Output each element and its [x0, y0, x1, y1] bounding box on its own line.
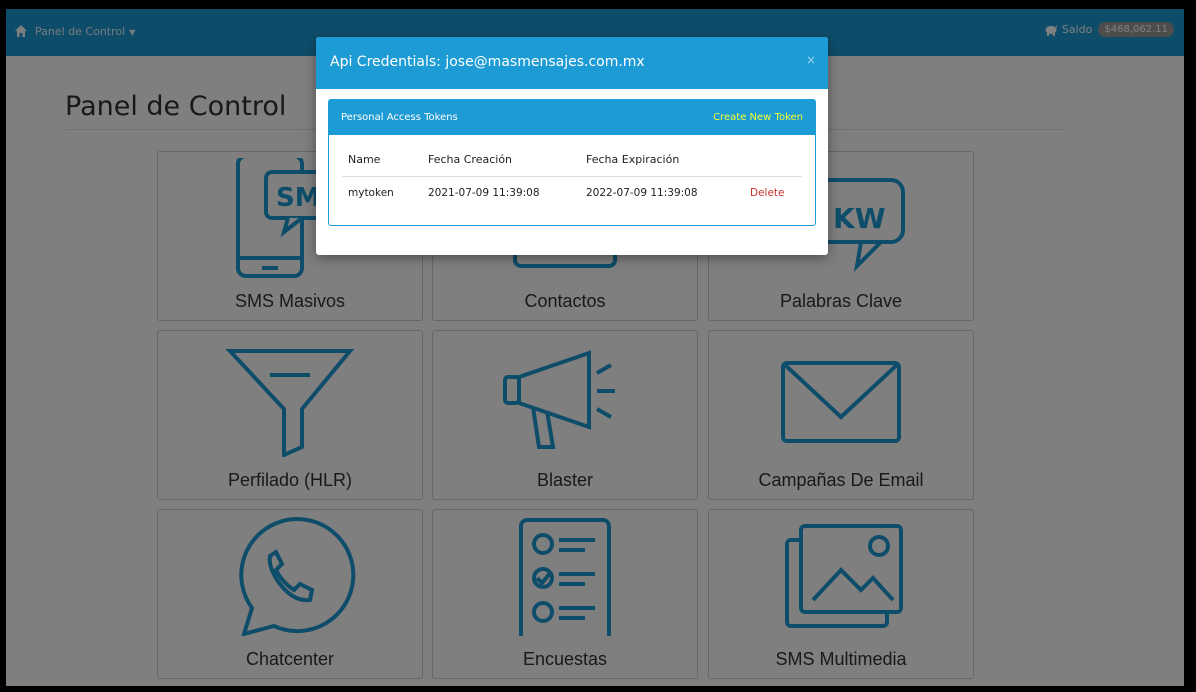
delete-token-link[interactable]: Delete	[744, 177, 802, 201]
column-header-action	[744, 152, 802, 177]
tokens-table: Name Fecha Creación Fecha Expiración myt…	[342, 152, 802, 200]
create-new-token-link[interactable]: Create New Token	[713, 112, 803, 123]
token-expires: 2022-07-09 11:39:08	[586, 187, 698, 199]
api-credentials-modal: Api Credentials: jose@masmensajes.com.mx…	[316, 37, 828, 255]
column-header-name: Name	[342, 152, 422, 177]
column-header-created: Fecha Creación	[422, 152, 580, 177]
panel-heading: Personal Access Tokens Create New Token	[329, 100, 815, 135]
close-icon[interactable]: ×	[806, 53, 816, 67]
modal-title: Api Credentials: jose@masmensajes.com.mx	[330, 54, 645, 70]
table-header-row: Name Fecha Creación Fecha Expiración	[342, 152, 802, 177]
panel-title: Personal Access Tokens	[341, 112, 458, 123]
token-created: 2021-07-09 11:39:08	[428, 187, 540, 199]
token-name: mytoken	[348, 187, 394, 199]
tokens-panel: Personal Access Tokens Create New Token …	[328, 99, 816, 226]
modal-header: Api Credentials: jose@masmensajes.com.mx…	[316, 37, 828, 89]
app-frame: Panel de Control▼ Saldo $468,062.11 Pane…	[6, 9, 1184, 686]
column-header-expires: Fecha Expiración	[580, 152, 744, 177]
table-row: mytoken 2021-07-09 11:39:08 2022-07-09 1…	[342, 177, 802, 201]
